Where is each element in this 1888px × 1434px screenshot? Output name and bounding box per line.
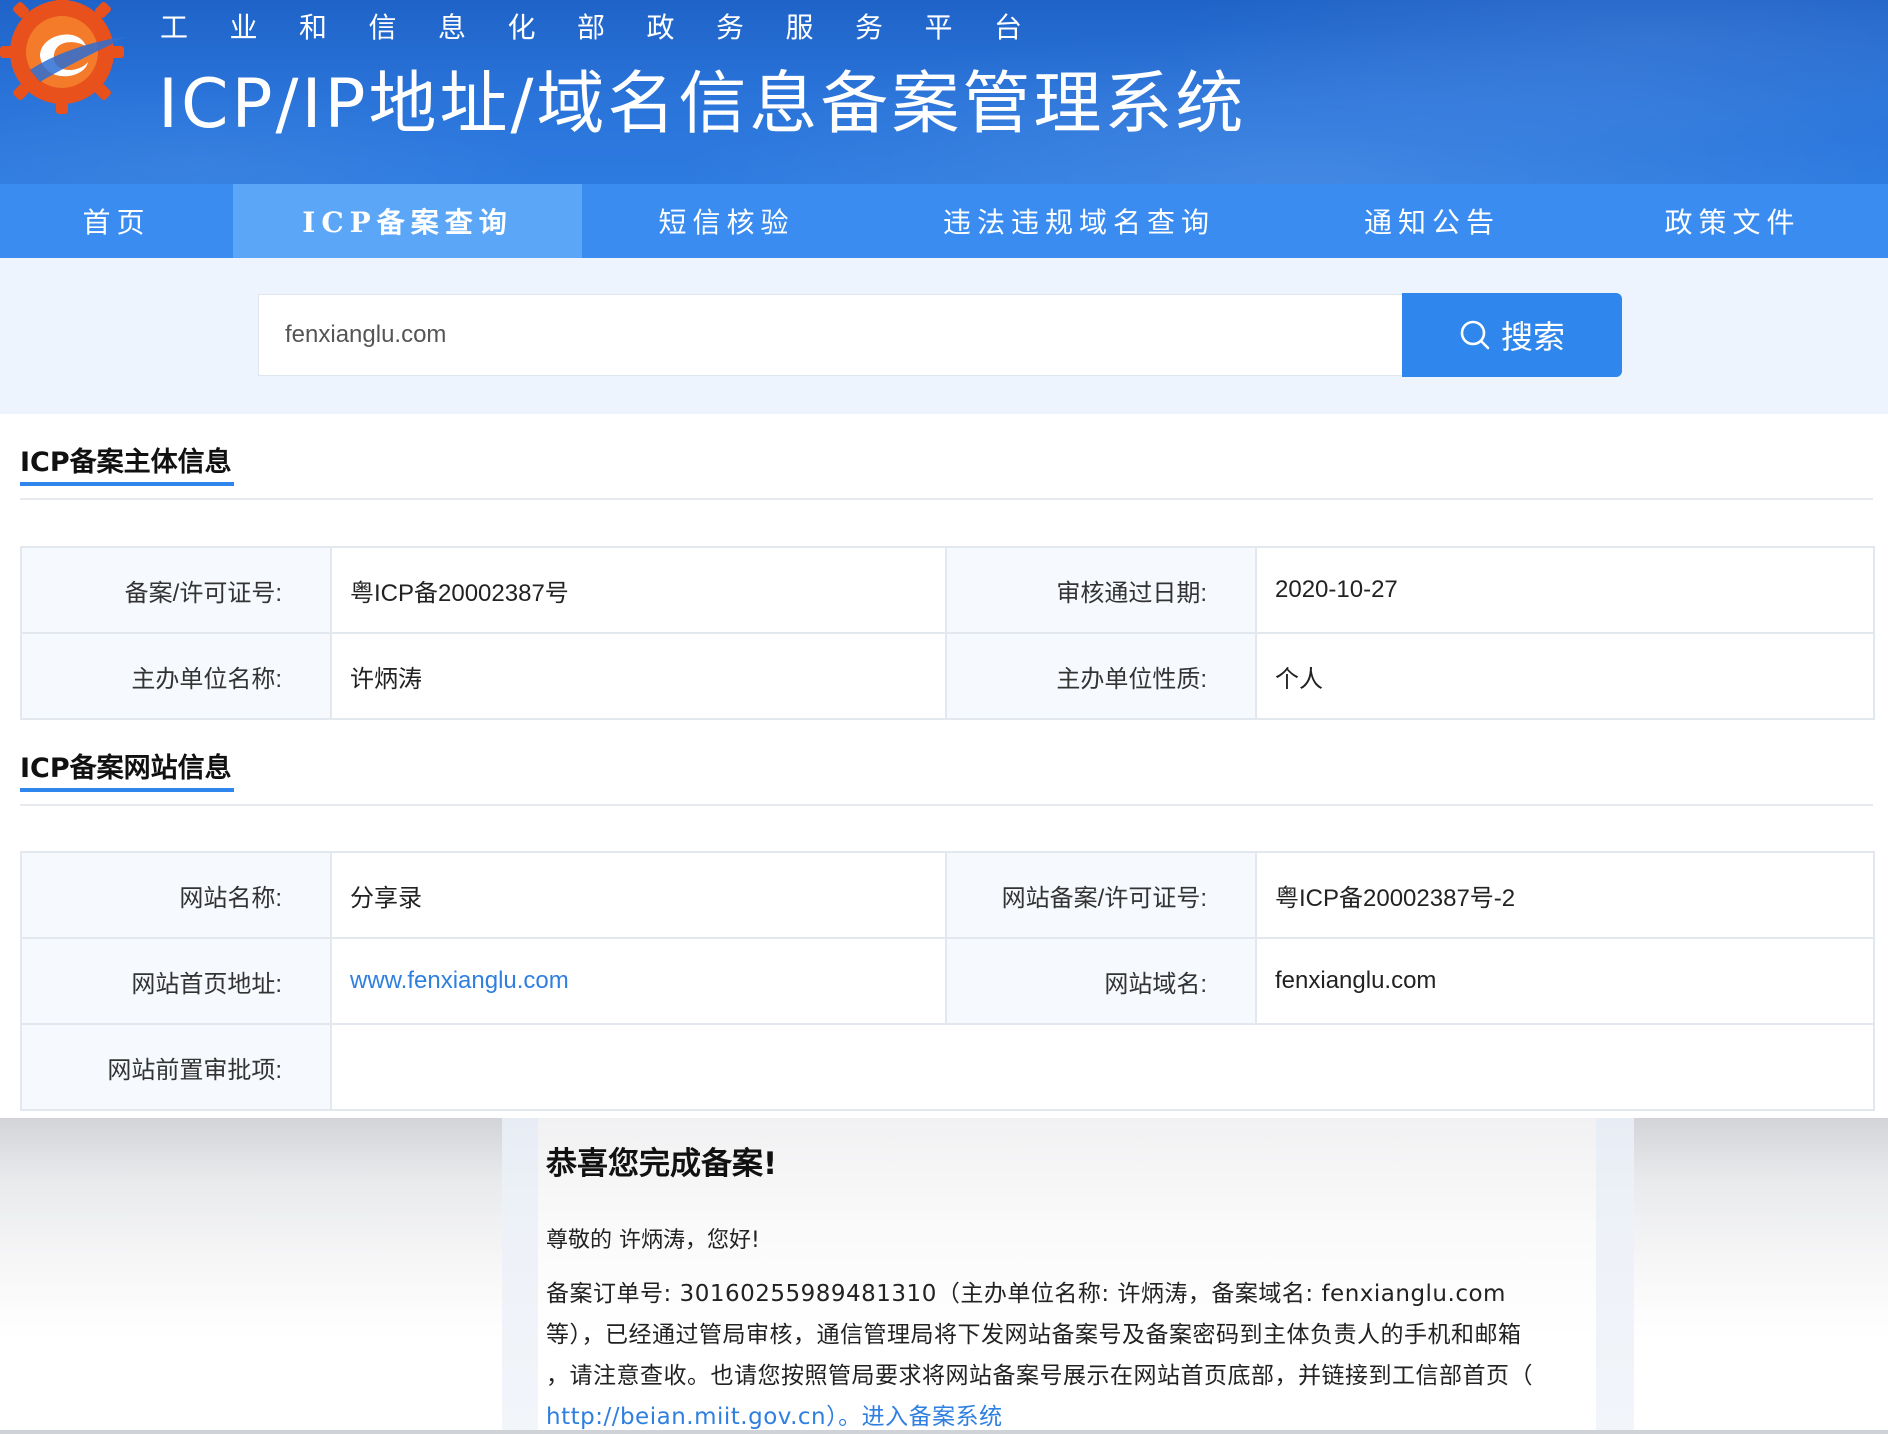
sponsor-type-value: 个人 <box>1255 632 1875 720</box>
sponsor-name-value: 许炳涛 <box>330 632 947 720</box>
email-greeting: 尊敬的 许炳涛，您好! <box>546 1228 760 1253</box>
email-text-line: 等），已经通过管局审核，通信管理局将下发网站备案号及备案密码到主体负责人的手机和… <box>546 1322 1522 1348</box>
email-text-line: http://beian.miit.gov.cn）。进入备案系统 <box>546 1397 1003 1431</box>
table-row: 网站首页地址: www.fenxianglu.com 网站域名: fenxian… <box>20 937 1875 1025</box>
email-text-line: ，请注意查收。也请您按照管局要求将网站备案号展示在网站首页底部，并链接到工信部首… <box>546 1363 1533 1389</box>
search-input[interactable] <box>258 294 1403 376</box>
subject-info-underline <box>20 482 234 486</box>
website-domain-label: 网站域名: <box>945 937 1257 1025</box>
pre-approval-value <box>330 1023 1875 1111</box>
divider <box>0 1430 1888 1434</box>
homepage-url-label: 网站首页地址: <box>20 937 332 1025</box>
email-title: 恭喜您完成备案! <box>546 1146 778 1182</box>
website-domain-value: fenxianglu.com <box>1255 937 1875 1025</box>
email-text-line: 备案订单号: 30160255989481310（主办单位名称: 许炳涛，备案域… <box>546 1281 1506 1307</box>
table-row: 主办单位名称: 许炳涛 主办单位性质: 个人 <box>20 632 1875 720</box>
website-license-label: 网站备案/许可证号: <box>945 851 1257 939</box>
license-number-value: 粤ICP备20002387号 <box>330 546 947 634</box>
enter-filing-system-link[interactable]: 进入备案系统 <box>862 1404 1003 1430</box>
site-header: 工业和信息化部政务服务平台 ICP/IP地址/域名信息备案管理系统 <box>0 0 1888 184</box>
license-number-label: 备案/许可证号: <box>20 546 332 634</box>
sponsor-name-label: 主办单位名称: <box>20 632 332 720</box>
sponsor-type-label: 主办单位性质: <box>945 632 1257 720</box>
system-title: ICP/IP地址/域名信息备案管理系统 <box>158 65 1247 144</box>
search-icon <box>1460 320 1490 350</box>
website-info-underline <box>20 788 234 792</box>
miit-homepage-link[interactable]: http://beian.miit.gov.cn）。 <box>546 1404 862 1430</box>
nav-item-sms-verify[interactable]: 短信核验 <box>582 184 871 258</box>
table-row: 网站前置审批项: <box>20 1023 1875 1111</box>
approval-date-value: 2020-10-27 <box>1255 546 1875 634</box>
search-button[interactable]: 搜索 <box>1402 293 1622 377</box>
divider <box>20 804 1873 806</box>
search-button-label: 搜索 <box>1500 318 1565 356</box>
website-license-value: 粤ICP备20002387号-2 <box>1255 851 1875 939</box>
homepage-url-link[interactable]: www.fenxianglu.com <box>350 967 569 994</box>
nav-item-home[interactable]: 首页 <box>0 184 233 258</box>
table-row: 备案/许可证号: 粤ICP备20002387号 审核通过日期: 2020-10-… <box>20 546 1875 634</box>
org-name: 工业和信息化部政务服务平台 <box>160 11 1064 44</box>
main-nav: 首页 ICP备案查询 短信核验 违法违规域名查询 通知公告 政策文件 <box>0 184 1888 258</box>
pre-approval-label: 网站前置审批项: <box>20 1023 332 1111</box>
search-bar: 搜索 <box>0 258 1888 414</box>
subject-info-table: 备案/许可证号: 粤ICP备20002387号 审核通过日期: 2020-10-… <box>20 546 1875 720</box>
homepage-url-cell: www.fenxianglu.com <box>330 937 947 1025</box>
subject-info-title: ICP备案主体信息 <box>20 447 232 478</box>
website-name-value: 分享录 <box>330 851 947 939</box>
nav-item-notices[interactable]: 通知公告 <box>1287 184 1577 258</box>
table-row: 网站名称: 分享录 网站备案/许可证号: 粤ICP备20002387号-2 <box>20 851 1875 939</box>
website-name-label: 网站名称: <box>20 851 332 939</box>
nav-item-icp-query[interactable]: ICP备案查询 <box>233 184 582 258</box>
website-info-table: 网站名称: 分享录 网站备案/许可证号: 粤ICP备20002387号-2 网站… <box>20 851 1875 1111</box>
website-info-title: ICP备案网站信息 <box>20 753 232 784</box>
nav-item-illegal-domain-query[interactable]: 违法违规域名查询 <box>871 184 1287 258</box>
divider <box>20 498 1873 500</box>
miit-logo-icon[interactable] <box>0 0 132 122</box>
approval-date-label: 审核通过日期: <box>945 546 1257 634</box>
nav-item-policy-docs[interactable]: 政策文件 <box>1577 184 1888 258</box>
